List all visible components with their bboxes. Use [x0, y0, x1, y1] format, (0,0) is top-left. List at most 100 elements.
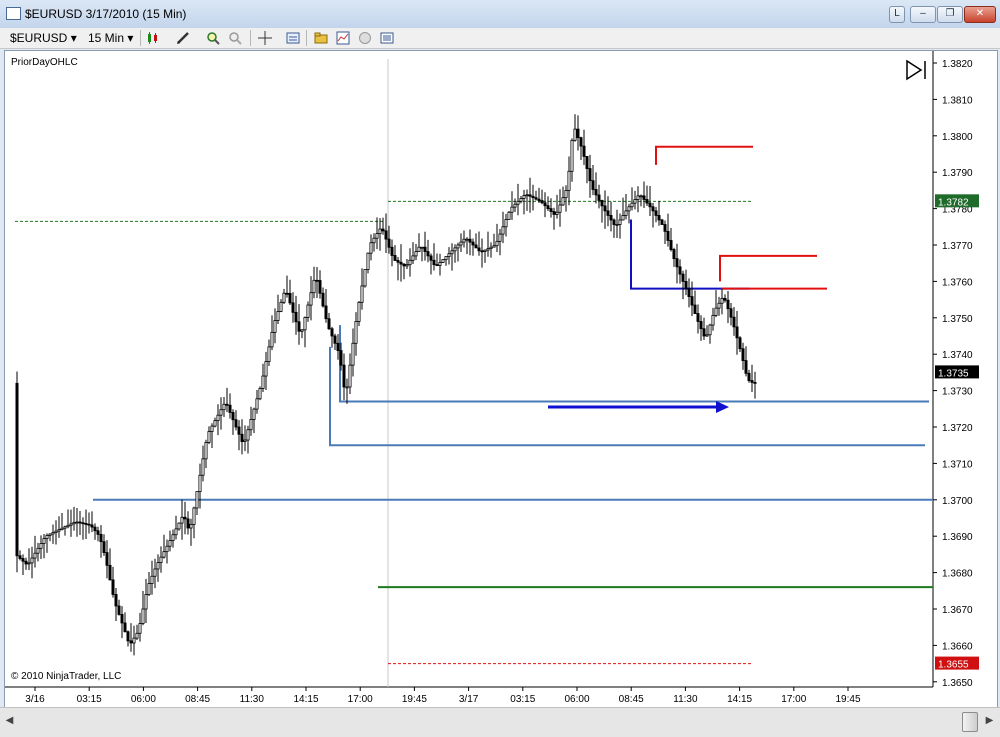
candle-up — [51, 532, 55, 535]
candle-down — [543, 202, 547, 207]
candle-down — [684, 280, 688, 290]
candle-down — [651, 206, 655, 212]
candle-up — [372, 237, 376, 244]
candle-down — [735, 326, 739, 339]
candle-down — [423, 246, 427, 252]
candle-down — [81, 522, 85, 525]
maximize-button[interactable]: ❐ — [937, 6, 963, 23]
candle-down — [111, 579, 115, 595]
scrollbar-thumb[interactable] — [962, 712, 978, 732]
candle-up — [189, 523, 193, 529]
candle-up — [63, 526, 67, 529]
candle-down — [333, 335, 337, 344]
candle-up — [210, 425, 214, 432]
candle-down — [240, 433, 244, 442]
y-tick-label: 1.3730 — [942, 387, 973, 398]
candle-up — [303, 317, 307, 331]
candle-down — [342, 364, 346, 388]
candle-up — [366, 252, 370, 270]
candle-up — [525, 194, 529, 197]
zoom-out-icon[interactable] — [228, 31, 242, 45]
candle-down — [732, 316, 736, 328]
candle-down — [234, 419, 238, 428]
candle-down — [15, 382, 19, 557]
candle-up — [417, 246, 421, 252]
y-tick-label: 1.3810 — [942, 95, 973, 106]
candle-down — [699, 321, 703, 330]
y-tick-label: 1.3770 — [942, 241, 973, 252]
link-button[interactable]: L — [889, 6, 905, 23]
candle-up — [618, 219, 622, 225]
chevron-down-icon: ▾ — [127, 31, 134, 45]
candle-up — [486, 248, 490, 251]
candle-down — [585, 156, 589, 169]
candle-up — [258, 388, 262, 400]
candle-up — [438, 262, 442, 266]
zoom-in-icon[interactable] — [206, 31, 220, 45]
data-box-icon[interactable] — [286, 31, 300, 45]
x-tick-label: 19:45 — [402, 694, 427, 705]
properties-icon[interactable] — [380, 31, 394, 45]
instrument-selector[interactable]: $EURUSD ▾ — [10, 31, 77, 45]
candle-down — [384, 230, 388, 240]
strategy-icon[interactable] — [358, 31, 372, 45]
x-tick-label: 17:00 — [348, 694, 373, 705]
candle-down — [117, 605, 121, 615]
candle-down — [750, 380, 754, 383]
x-tick-label: 03:15 — [77, 694, 102, 705]
candle-down — [603, 205, 607, 212]
candle-up — [573, 128, 577, 141]
candle-down — [336, 342, 340, 351]
candle-down — [537, 198, 541, 201]
candle-up — [255, 398, 259, 410]
candle-up — [156, 562, 160, 570]
crosshair-icon[interactable] — [258, 31, 272, 45]
candle-up — [411, 255, 415, 261]
close-button[interactable]: ✕ — [964, 6, 996, 23]
candle-up — [309, 292, 313, 306]
candle-down — [642, 195, 646, 200]
candle-down — [399, 261, 403, 265]
candle-down — [477, 247, 481, 252]
price-chart[interactable]: PriorDayOHLC © 2010 NinjaTrader, LLC 1.3… — [5, 51, 997, 707]
candle-down — [531, 195, 535, 199]
candle-up — [306, 304, 310, 318]
candle-down — [297, 321, 301, 332]
scroll-to-end-icon[interactable] — [906, 59, 926, 81]
candle-down — [597, 194, 601, 201]
candle-up — [714, 307, 718, 316]
y-tick-label: 1.3650 — [942, 678, 973, 689]
instrument-folder-icon[interactable] — [314, 31, 328, 45]
candle-down — [291, 302, 295, 313]
toolbar-separator — [140, 30, 141, 46]
y-tick-label: 1.3740 — [942, 350, 973, 361]
candle-up — [504, 219, 508, 228]
candle-down — [318, 280, 322, 294]
candle-up — [351, 342, 355, 366]
level-line — [329, 346, 925, 447]
interval-selector[interactable]: 15 Min ▾ — [88, 31, 133, 45]
candle-up — [513, 203, 517, 208]
candle-up — [489, 246, 493, 250]
chart-panel[interactable]: PriorDayOHLC © 2010 NinjaTrader, LLC 1.3… — [4, 50, 998, 708]
candlestick-style-icon[interactable] — [146, 31, 160, 45]
pencil-draw-icon[interactable] — [176, 31, 190, 45]
candle-up — [267, 346, 271, 362]
candle-up — [282, 292, 286, 303]
candle-up — [270, 331, 274, 348]
horizontal-scrollbar[interactable]: ◀ ▶ — [0, 707, 1000, 737]
candle-up — [72, 521, 76, 525]
candle-down — [600, 200, 604, 207]
scroll-right-icon[interactable]: ▶ — [982, 712, 997, 730]
candle-up — [354, 321, 358, 344]
candle-up — [198, 474, 202, 493]
chart-indicators-icon[interactable] — [336, 31, 350, 45]
candle-up — [39, 543, 43, 549]
candle-down — [228, 404, 232, 413]
candle-up — [312, 279, 316, 294]
candle-up — [636, 195, 640, 200]
minimize-button[interactable]: – — [910, 6, 936, 23]
y-tick-label: 1.3720 — [942, 423, 973, 434]
scroll-left-icon[interactable]: ◀ — [2, 712, 17, 730]
candle-down — [609, 215, 613, 221]
